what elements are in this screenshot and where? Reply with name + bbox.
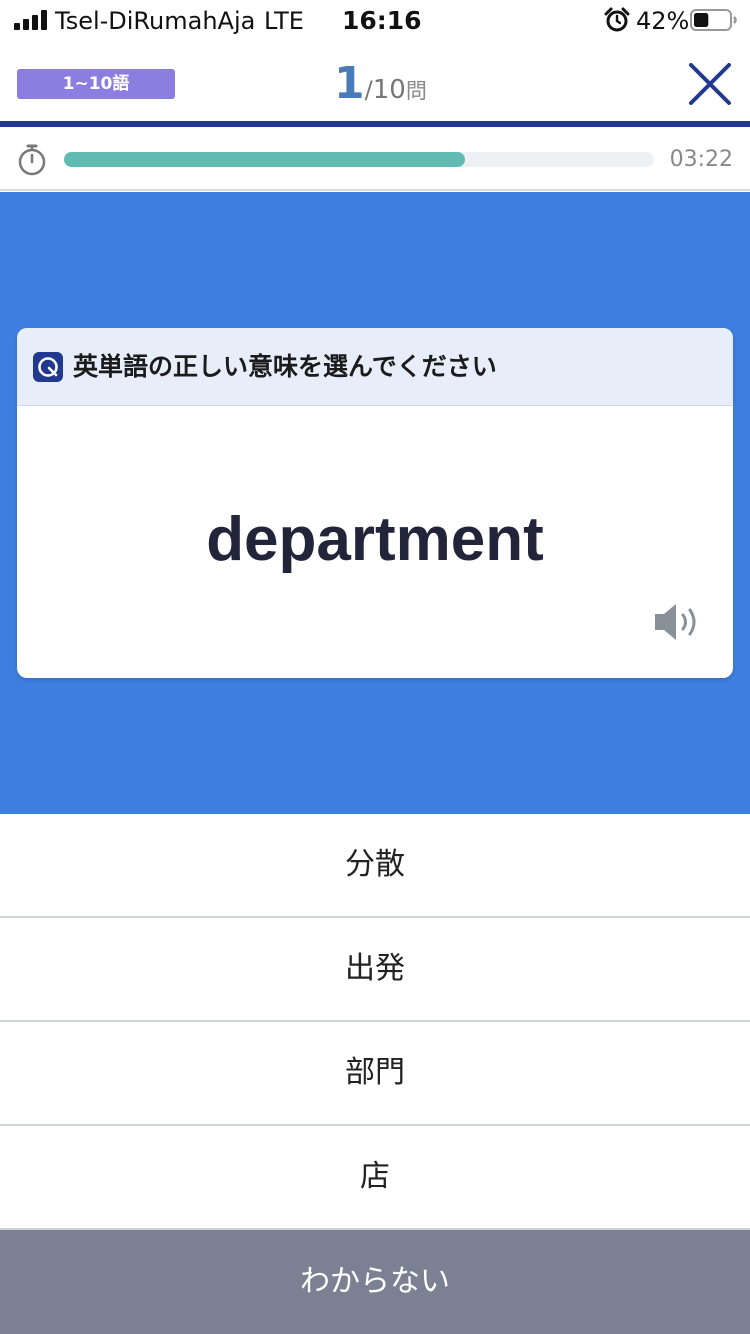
total-questions: 10 (372, 75, 406, 105)
vocabulary-word: department (206, 505, 544, 574)
time-remaining: 03:22 (669, 147, 733, 172)
carrier-name: Tsel-DiRumahAja (55, 7, 256, 35)
time-progress-track (64, 152, 654, 167)
answer-option-3[interactable]: 部門 (0, 1022, 750, 1126)
answer-list: 分散 出発 部門 店 (0, 814, 750, 1230)
word-range-badge: 1~10語 (17, 69, 175, 99)
signal-strength-icon (14, 10, 48, 30)
question-card: 英単語の正しい意味を選んでください department (17, 328, 733, 678)
answer-option-1[interactable]: 分散 (0, 814, 750, 918)
question-icon (33, 352, 63, 382)
battery-percent: 42% (636, 7, 690, 35)
time-progress-fill (64, 152, 466, 167)
battery-icon (690, 9, 737, 31)
network-type: LTE (264, 7, 304, 35)
question-prompt: 英単語の正しい意味を選んでください (73, 352, 497, 381)
speaker-icon[interactable] (651, 600, 703, 644)
answer-option-4[interactable]: 店 (0, 1126, 750, 1230)
quiz-header: 1~10語 1/10問 (0, 40, 750, 122)
question-counter: 1/10問 (334, 56, 427, 112)
quiz-screen: Tsel-DiRumahAja LTE 16:16 42% 1~10語 1/10… (0, 0, 750, 1334)
question-prompt-bar: 英単語の正しい意味を選んでください (17, 328, 733, 406)
counter-unit: 問 (405, 79, 427, 103)
timer-bar: 03:22 (0, 127, 750, 191)
question-area: 英単語の正しい意味を選んでください department (0, 192, 750, 814)
stopwatch-icon (18, 144, 46, 176)
current-question-number: 1 (334, 58, 365, 109)
counter-separator: / (364, 76, 373, 104)
answer-option-2[interactable]: 出発 (0, 918, 750, 1022)
status-bar: Tsel-DiRumahAja LTE 16:16 42% (0, 0, 750, 40)
status-time: 16:16 (342, 6, 422, 35)
alarm-icon (604, 7, 630, 32)
close-icon[interactable] (684, 58, 736, 110)
dont-know-button[interactable]: わからない (0, 1230, 750, 1334)
